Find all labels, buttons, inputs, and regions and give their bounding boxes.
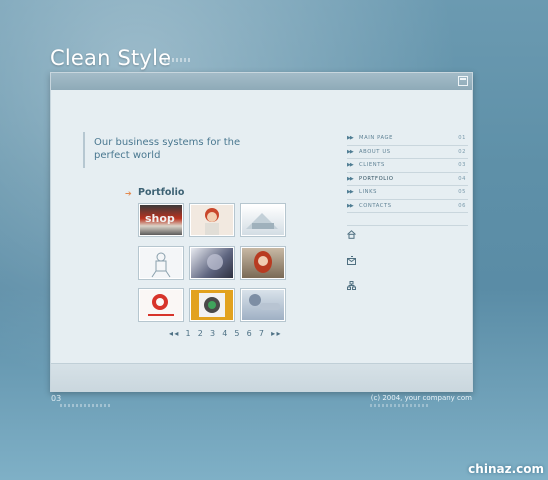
tagline: Our business systems for the perfect wor…	[94, 137, 241, 161]
svg-text:shop: shop	[145, 212, 175, 225]
menu-item-label: CLIENTS	[359, 162, 385, 168]
portfolio-title: Portfolio	[138, 187, 185, 198]
footer-decoration	[60, 404, 110, 407]
home-icon[interactable]	[347, 230, 356, 239]
menu-item-number: 05	[458, 189, 466, 195]
portfolio-thumbnail-9[interactable]	[241, 289, 285, 321]
camera-lens-icon	[199, 293, 225, 317]
sitemap-icon[interactable]	[347, 281, 356, 290]
girl-illustration-icon	[205, 208, 219, 235]
menu-item-portfolio[interactable]: ▶▶ PORTFOLIO 04	[347, 173, 468, 186]
portfolio-thumbnail-8[interactable]	[190, 289, 234, 321]
pager-page-6[interactable]: 6	[247, 329, 253, 338]
menu-arrow-icon: ▶▶	[347, 189, 354, 195]
tagline-accent-bar	[83, 132, 85, 168]
main-window: Our business systems for the perfect wor…	[50, 72, 473, 392]
abstract-thumbnail-icon	[207, 254, 223, 270]
pager-page-7[interactable]: 7	[259, 329, 265, 338]
building-thumbnail-icon	[246, 213, 278, 229]
menu-item-number: 01	[458, 135, 466, 141]
portfolio-thumbnail-7[interactable]	[139, 289, 183, 321]
watermark-text: chinaz.com	[468, 462, 544, 476]
pager-next-icon[interactable]: ▸▸	[271, 329, 282, 338]
portfolio-thumbnail-6[interactable]	[241, 247, 285, 279]
menu-item-contacts[interactable]: ▶▶ CONTACTS 06	[347, 200, 468, 213]
menu-item-main-page[interactable]: ▶▶ MAIN PAGE 01	[347, 132, 468, 146]
title-decoration	[160, 58, 190, 62]
menu-item-label: MAIN PAGE	[359, 135, 394, 141]
site-title: Clean Style	[50, 46, 172, 70]
menu-item-label: ABOUT US	[359, 148, 391, 155]
footer-decoration	[370, 404, 430, 407]
redhead-portrait-icon	[254, 251, 272, 273]
window-titlebar	[51, 73, 472, 90]
menu-item-label: PORTFOLIO	[359, 175, 394, 182]
pager-page-1[interactable]: 1	[185, 329, 191, 338]
menu-item-label: CONTACTS	[359, 202, 392, 209]
pager-page-5[interactable]: 5	[234, 329, 240, 338]
portfolio-thumbnail-5[interactable]	[190, 247, 234, 279]
menu-item-number: 06	[458, 202, 466, 209]
portfolio-thumbnail-2[interactable]	[190, 204, 234, 236]
menu-item-number: 03	[458, 162, 466, 168]
robot-sketch-icon	[151, 252, 171, 278]
menu-item-label: LINKS	[359, 189, 377, 195]
menu-item-links[interactable]: ▶▶ LINKS 05	[347, 186, 468, 200]
window-minimize-icon[interactable]	[458, 76, 468, 86]
menu-divider	[347, 225, 468, 226]
tech-gadget-icon	[249, 294, 280, 310]
pager-page-4[interactable]: 4	[222, 329, 228, 338]
portfolio-pager: ◂◂ 1 2 3 4 5 6 7 ▸▸	[169, 329, 284, 338]
pager-prev-icon[interactable]: ◂◂	[169, 329, 180, 338]
portfolio-thumbnail-1[interactable]: shop	[139, 204, 183, 236]
menu-item-number: 04	[458, 175, 466, 182]
portfolio-thumbnail-3[interactable]	[241, 204, 285, 236]
nav-menu: ▶▶ MAIN PAGE 01 ▶▶ ABOUT US 02 ▶▶ CLIENT…	[347, 132, 468, 213]
design-studio-icon	[148, 294, 174, 316]
portfolio-thumbnail-4[interactable]	[139, 247, 183, 279]
copyright-text: (c) 2004, your company com	[370, 394, 472, 402]
menu-item-number: 02	[458, 148, 466, 155]
menu-arrow-icon: ▶▶	[347, 148, 354, 155]
mail-icon[interactable]	[347, 256, 356, 265]
window-body: Our business systems for the perfect wor…	[51, 90, 472, 363]
menu-arrow-icon: ▶▶	[347, 162, 354, 168]
menu-item-clients[interactable]: ▶▶ CLIENTS 03	[347, 159, 468, 173]
bullet-arrow-icon: ➔	[125, 189, 132, 198]
shop-thumbnail-icon: shop	[145, 212, 175, 225]
page-number: 03	[51, 394, 62, 403]
menu-item-about-us[interactable]: ▶▶ ABOUT US 02	[347, 146, 468, 159]
pager-page-2[interactable]: 2	[198, 329, 204, 338]
menu-arrow-icon: ▶▶	[347, 175, 354, 182]
menu-arrow-icon: ▶▶	[347, 135, 354, 141]
pager-page-3[interactable]: 3	[210, 329, 216, 338]
menu-arrow-icon: ▶▶	[347, 202, 354, 209]
window-footer	[51, 363, 472, 392]
